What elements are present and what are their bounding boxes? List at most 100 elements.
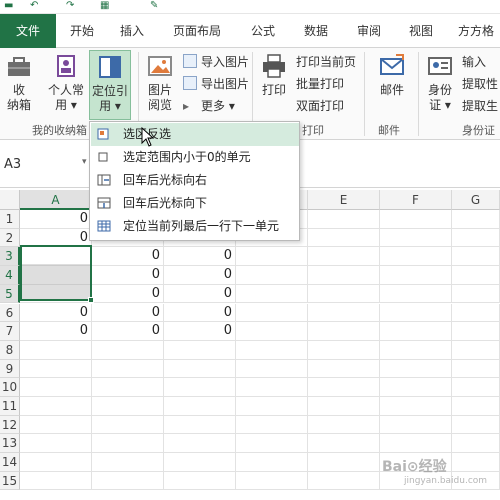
cell-d10[interactable]	[236, 378, 308, 397]
duplex-print-button[interactable]: 双面打印	[296, 95, 344, 117]
cell-f8[interactable]	[380, 340, 452, 360]
cell-g8[interactable]	[452, 340, 500, 360]
cell-g2[interactable]	[452, 228, 500, 248]
row-header-13[interactable]: 13	[0, 434, 20, 454]
cell-a14[interactable]	[20, 453, 92, 472]
cell-a1[interactable]: 0	[20, 210, 92, 229]
tab-home[interactable]: 开始	[62, 14, 102, 48]
cell-e6[interactable]	[308, 303, 380, 323]
cell-f11[interactable]	[380, 397, 452, 416]
menu-item-locate-last-row[interactable]: 定位当前列最后一行下一单元	[91, 215, 299, 238]
brush-icon[interactable]: ✎	[150, 0, 158, 12]
cell-c13[interactable]	[164, 434, 236, 454]
name-box-dropdown-icon[interactable]: ▾	[82, 157, 87, 167]
cell-b15[interactable]	[92, 471, 164, 491]
cell-c6[interactable]: 0	[164, 303, 236, 323]
print-button[interactable]: 打印	[256, 52, 292, 98]
cell-d7[interactable]	[236, 322, 308, 341]
cell-a11[interactable]	[20, 397, 92, 416]
cell-c7[interactable]: 0	[164, 322, 236, 341]
cell-e15[interactable]	[308, 471, 380, 491]
extract-sex-button[interactable]: 提取性	[462, 73, 498, 95]
save-icon[interactable]: ▬	[4, 0, 13, 12]
select-all-corner[interactable]	[0, 190, 20, 210]
cell-g6[interactable]	[452, 303, 500, 323]
tab-file[interactable]: 文件	[0, 14, 56, 48]
cell-e5[interactable]	[308, 284, 380, 304]
cell-e7[interactable]	[308, 322, 380, 341]
more-button[interactable]: ▸ 更多 ▾	[183, 95, 235, 117]
locate-reference-button[interactable]: 定位引 用 ▾	[89, 50, 131, 120]
cell-b6[interactable]: 0	[92, 303, 164, 323]
cell-g9[interactable]	[452, 359, 500, 379]
row-header-12[interactable]: 12	[0, 415, 20, 435]
name-box[interactable]: A3	[0, 154, 92, 176]
row-header-9[interactable]: 9	[0, 359, 20, 379]
tab-view[interactable]: 视图	[401, 14, 441, 48]
tab-page-layout[interactable]: 页面布局	[162, 14, 232, 48]
cell-b5[interactable]: 0	[92, 284, 164, 304]
cell-d11[interactable]	[236, 397, 308, 416]
active-cell[interactable]	[22, 247, 90, 264]
form-icon[interactable]: ▦	[100, 0, 109, 12]
tab-data[interactable]: 数据	[296, 14, 336, 48]
cell-d9[interactable]	[236, 359, 308, 379]
cell-b8[interactable]	[92, 340, 164, 360]
cell-f1[interactable]	[380, 210, 452, 229]
cell-d6[interactable]	[236, 303, 308, 323]
cell-d4[interactable]	[236, 266, 308, 285]
mail-button[interactable]: 邮件	[372, 52, 412, 98]
cell-b13[interactable]	[92, 434, 164, 454]
cell-c10[interactable]	[164, 378, 236, 397]
cell-e12[interactable]	[308, 415, 380, 435]
cell-b7[interactable]: 0	[92, 322, 164, 341]
row-header-3[interactable]: 3	[0, 247, 20, 267]
cell-e4[interactable]	[308, 266, 380, 285]
cell-f13[interactable]	[380, 434, 452, 454]
cell-c15[interactable]	[164, 471, 236, 491]
row-header-14[interactable]: 14	[0, 453, 20, 472]
cell-c12[interactable]	[164, 415, 236, 435]
cell-f4[interactable]	[380, 266, 452, 285]
cell-e14[interactable]	[308, 453, 380, 472]
row-header-7[interactable]: 7	[0, 322, 20, 341]
row-header-15[interactable]: 15	[0, 471, 20, 491]
cell-e2[interactable]	[308, 228, 380, 248]
extract-birth-button[interactable]: 提取生	[462, 95, 498, 117]
cell-g10[interactable]	[452, 378, 500, 397]
image-view-button[interactable]: 图片 阅览	[143, 52, 177, 113]
tab-fangfangge[interactable]: 方方格	[452, 14, 500, 48]
export-image-button[interactable]: 导出图片	[183, 73, 249, 95]
cell-f12[interactable]	[380, 415, 452, 435]
menu-item-select-less-than-zero[interactable]: 选定范围内小于0的单元	[91, 146, 299, 169]
cell-d13[interactable]	[236, 434, 308, 454]
column-header-f[interactable]: F	[380, 190, 452, 210]
menu-item-enter-move-down[interactable]: 回车后光标向下	[91, 192, 299, 215]
cell-a9[interactable]	[20, 359, 92, 379]
cell-e3[interactable]	[308, 247, 380, 267]
print-current-page-button[interactable]: 打印当前页	[296, 51, 356, 73]
row-header-6[interactable]: 6	[0, 303, 20, 323]
column-header-g[interactable]: G	[452, 190, 500, 210]
column-header-a[interactable]: A	[20, 190, 92, 210]
input-button[interactable]: 输入	[462, 51, 486, 73]
cell-a12[interactable]	[20, 415, 92, 435]
cell-c9[interactable]	[164, 359, 236, 379]
undo-icon[interactable]: ↶	[30, 0, 38, 12]
row-header-8[interactable]: 8	[0, 340, 20, 360]
cell-f3[interactable]	[380, 247, 452, 267]
cell-g5[interactable]	[452, 284, 500, 304]
cell-g7[interactable]	[452, 322, 500, 341]
cell-g1[interactable]	[452, 210, 500, 229]
cell-e9[interactable]	[308, 359, 380, 379]
cell-g12[interactable]	[452, 415, 500, 435]
cell-c3[interactable]: 0	[164, 247, 236, 267]
cell-g3[interactable]	[452, 247, 500, 267]
tab-insert[interactable]: 插入	[112, 14, 152, 48]
menu-item-enter-move-right[interactable]: 回车后光标向右	[91, 169, 299, 192]
row-header-11[interactable]: 11	[0, 397, 20, 416]
toolbox-button[interactable]: 收 纳箱	[2, 52, 36, 113]
cell-e8[interactable]	[308, 340, 380, 360]
cell-d8[interactable]	[236, 340, 308, 360]
cell-c11[interactable]	[164, 397, 236, 416]
